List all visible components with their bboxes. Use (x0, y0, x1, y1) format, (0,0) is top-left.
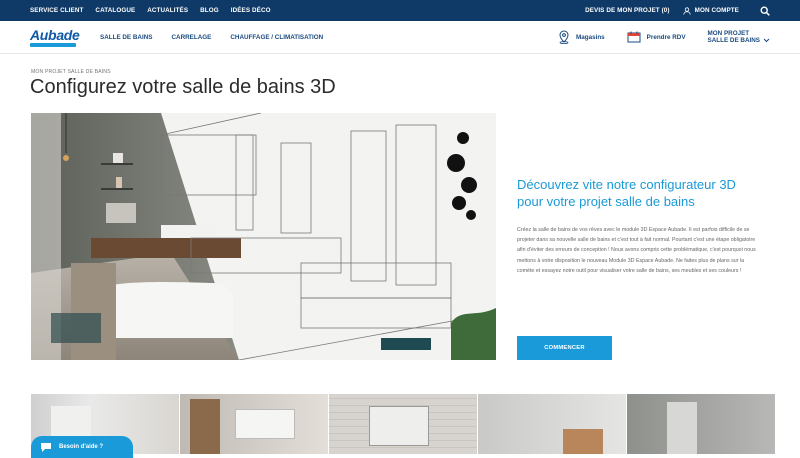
link-blog[interactable]: BLOG (200, 7, 219, 14)
nav-carrelage[interactable]: CARRELAGE (171, 34, 211, 41)
stores-label: Magasins (575, 33, 605, 41)
link-actualites[interactable]: ACTUALITÉS (147, 7, 188, 14)
configurator-intro: Découvrez vite notre configurateur 3D po… (517, 176, 757, 276)
intro-heading: Découvrez vite notre configurateur 3D po… (517, 177, 736, 209)
hero-bathroom-image (31, 113, 496, 360)
bathroom-gallery-strip (31, 394, 775, 454)
project-label-line1: MON PROJET (707, 29, 750, 37)
nav-chauffage[interactable]: CHAUFFAGE / CLIMATISATION (230, 34, 323, 41)
chevron-down-icon (763, 38, 770, 42)
tile-decor (235, 409, 295, 439)
gallery-tile[interactable] (180, 394, 328, 454)
nav-salle-de-bains[interactable]: SALLE DE BAINS (100, 34, 152, 41)
breadcrumb[interactable]: MON PROJET SALLE DE BAINS (31, 69, 111, 75)
project-label: MON PROJET SALLE DE BAINS (708, 30, 760, 45)
gallery-tile[interactable] (478, 394, 626, 454)
account-label: MON COMPTE (694, 7, 739, 14)
top-utility-bar: SERVICE CLIENT CATALOGUE ACTUALITÉS BLOG… (0, 0, 800, 21)
stores-link[interactable]: Magasins (558, 30, 605, 44)
my-project-menu[interactable]: MON PROJET SALLE DE BAINS (708, 30, 770, 45)
appointment-link[interactable]: Prendre RDV (627, 31, 686, 43)
link-catalogue[interactable]: CATALOGUE (95, 7, 135, 14)
intro-body: Créez la salle de bains de vos rêves ave… (517, 227, 756, 274)
tile-decor (667, 402, 697, 454)
link-service-client[interactable]: SERVICE CLIENT (30, 7, 83, 14)
main-navigation: Aubade SALLE DE BAINS CARRELAGE CHAUFFAG… (0, 21, 800, 54)
aubade-logo[interactable]: Aubade (30, 28, 80, 47)
bathroom-3d-illustration (31, 113, 496, 360)
gallery-tile[interactable] (329, 394, 477, 454)
appointment-label: Prendre RDV (646, 33, 686, 41)
devis-link[interactable]: DEVIS DE MON PROJET (0) (585, 7, 670, 14)
calendar-icon (627, 31, 641, 43)
link-idees-deco[interactable]: IDÉES DÉCO (231, 7, 271, 14)
chat-icon (41, 442, 51, 452)
utility-links: SERVICE CLIENT CATALOGUE ACTUALITÉS BLOG… (30, 7, 271, 14)
tile-decor (190, 399, 220, 454)
page-title: Configurez votre salle de bains 3D (30, 76, 336, 98)
nav-actions: Magasins Prendre RDV MON PROJET SALLE DE… (558, 30, 770, 45)
tile-decor (563, 429, 603, 454)
project-label-line2: SALLE DE BAINS (707, 37, 760, 44)
logo-underline (30, 42, 76, 47)
tile-decor (369, 406, 429, 446)
utility-right: DEVIS DE MON PROJET (0) MON COMPTE (585, 5, 770, 16)
gallery-tile[interactable] (627, 394, 775, 454)
map-pin-icon (559, 30, 569, 44)
help-chat-button[interactable]: Besoin d'aide ? (31, 436, 133, 458)
help-label: Besoin d'aide ? (59, 444, 104, 450)
user-icon (683, 6, 691, 15)
category-links: SALLE DE BAINS CARRELAGE CHAUFFAGE / CLI… (100, 34, 323, 41)
start-button[interactable]: COMMENCER (517, 336, 612, 360)
account-link[interactable]: MON COMPTE (683, 6, 739, 15)
search-icon[interactable] (760, 5, 770, 16)
